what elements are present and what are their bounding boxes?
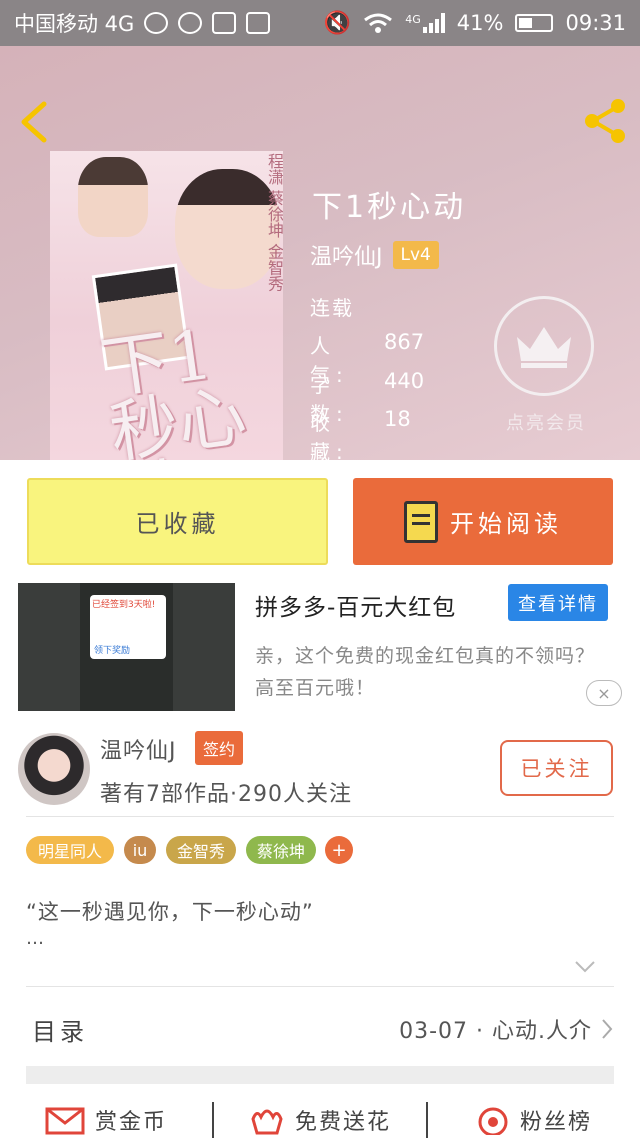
serial-status: 连载: [310, 296, 354, 320]
vip-label: 点亮会员: [506, 413, 586, 434]
gallery-icon: [212, 12, 237, 34]
ad-image-text: 已经签到3天啦!: [92, 600, 156, 610]
reward-coins-label: 赏金币: [94, 1110, 167, 1135]
author-row: 温吟仙J Lv4: [310, 239, 439, 271]
view-details-button[interactable]: 查看详情: [508, 584, 608, 621]
clock: 09:31: [565, 11, 626, 35]
author-name[interactable]: 温吟仙J: [100, 733, 177, 765]
flower-icon: [251, 1109, 283, 1135]
divider: [26, 816, 614, 817]
ranking-icon: [478, 1107, 508, 1135]
chevron-right-icon: [602, 1019, 613, 1039]
add-tag-button[interactable]: +: [325, 836, 353, 864]
wifi-icon: [364, 13, 393, 33]
catalog-label: 目录: [32, 1017, 88, 1046]
carrier-text: 中国移动 4G: [14, 12, 135, 36]
latest-chapter-text: 03-07 · 心动.人介: [399, 1019, 592, 1044]
shield-icon: [246, 12, 271, 34]
cover-title: 下1秒心动: [96, 315, 251, 460]
ad-image-bg: [173, 583, 235, 711]
stat-label: 收藏:: [310, 411, 349, 464]
chevron-down-icon[interactable]: [574, 960, 596, 974]
ad-image-bg: [18, 583, 80, 711]
bottom-action-bar: 赏金币 免费送花 粉丝榜: [0, 1102, 640, 1138]
tag[interactable]: 蔡徐坤: [246, 836, 316, 864]
book-icon: [404, 500, 438, 543]
tag[interactable]: 金智秀: [166, 836, 236, 864]
level-badge: Lv4: [392, 241, 439, 269]
ad-title[interactable]: 拼多多-百元大红包: [255, 588, 456, 622]
mute-icon: 🔇: [323, 10, 352, 36]
status-bar: 中国移动 4G 🔇 4G 41% 09:31: [0, 0, 640, 46]
ad-image-button: 领下奖励: [94, 646, 131, 656]
stat-value: 18: [384, 407, 411, 431]
close-icon[interactable]: ×: [586, 680, 622, 706]
cover-side-text: 程潇 蔡徐坤 金智秀: [265, 153, 283, 292]
avatar[interactable]: [18, 733, 90, 805]
send-flower-label: 免费送花: [294, 1110, 391, 1135]
catalog-row[interactable]: 目录 03-07 · 心动.人介: [26, 1000, 614, 1058]
cover-figure: [78, 157, 148, 237]
fan-ranking-label: 粉丝榜: [519, 1110, 592, 1135]
fan-ranking-button[interactable]: 粉丝榜: [428, 1102, 640, 1138]
envelope-icon: [45, 1107, 85, 1135]
book-title: 下1秒心动: [312, 190, 467, 225]
follow-button[interactable]: 已关注: [500, 740, 613, 796]
ad-image[interactable]: 已经签到3天啦! 领下奖励: [18, 583, 235, 711]
network-type: 4G: [405, 13, 421, 26]
book-intro: “这一秒遇见你，下一秒心动”: [26, 900, 314, 924]
wechat-icon-2: [178, 12, 203, 34]
ad-description: 亲，这个免费的现金红包真的不领吗？高至百元哦！: [255, 645, 596, 699]
send-flower-button[interactable]: 免费送花: [214, 1102, 426, 1138]
book-author[interactable]: 温吟仙J: [310, 239, 383, 271]
stat-favorites: 收藏: 18: [310, 407, 411, 465]
battery-icon: [515, 14, 554, 32]
tag[interactable]: iu: [124, 836, 156, 864]
author-works-info: 著有7部作品·290人关注: [100, 782, 352, 807]
book-header: 程潇 蔡徐坤 金智秀 下1秒心动 下1秒心动 温吟仙J Lv4 连载 人气: 8…: [0, 46, 640, 464]
battery-percent: 41%: [456, 11, 504, 35]
signal-icon: 4G: [405, 13, 445, 33]
latest-chapter: 03-07 · 心动.人介: [399, 1013, 614, 1045]
intro-ellipsis: …: [26, 928, 44, 949]
book-cover[interactable]: 程潇 蔡徐坤 金智秀 下1秒心动: [50, 151, 283, 460]
start-reading-button[interactable]: 开始阅读: [353, 478, 613, 565]
tag[interactable]: 明星同人: [26, 836, 114, 864]
wechat-icon: [144, 12, 169, 34]
start-reading-label: 开始阅读: [450, 510, 562, 538]
signed-badge: 签约: [195, 731, 244, 765]
reward-coins-button[interactable]: 赏金币: [0, 1102, 212, 1138]
vip-button[interactable]: [494, 296, 594, 396]
collect-button[interactable]: 已收藏: [27, 478, 328, 565]
section-separator: [26, 1066, 614, 1084]
share-icon[interactable]: [580, 96, 630, 146]
crown-icon: [517, 327, 571, 368]
divider: [26, 986, 614, 987]
back-icon[interactable]: [16, 100, 52, 144]
